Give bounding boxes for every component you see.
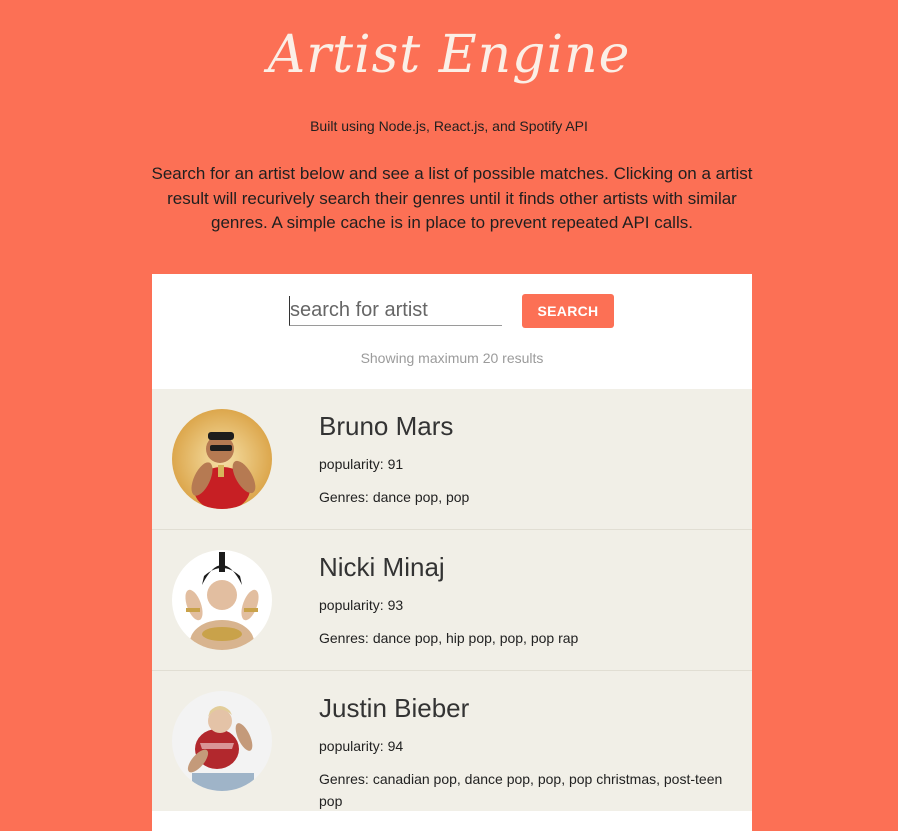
artist-name: Justin Bieber: [319, 693, 470, 723]
popularity-label: popularity:: [319, 597, 384, 613]
results-list: Bruno Mars popularity: 91 Genres: dance po…: [152, 389, 752, 811]
artist-genres: Genres: canadian pop, dance pop, pop, pop…: [319, 768, 729, 812]
artist-name: Bruno Mars: [319, 411, 454, 441]
popularity-value: 93: [387, 597, 404, 613]
artist-result[interactable]: Nicki Minaj popularity: 93 Genres: dance p…: [152, 530, 752, 671]
search-input[interactable]: [289, 296, 502, 326]
artist-popularity: popularity: 94: [319, 738, 403, 754]
results-note: Showing maximum 20 results: [360, 350, 544, 366]
popularity-value: 94: [387, 738, 404, 754]
genres-value: canadian pop, dance pop, pop, pop christ…: [319, 771, 723, 809]
genres-label: Genres:: [319, 489, 369, 505]
popularity-label: popularity:: [319, 456, 384, 472]
artist-result[interactable]: Justin Bieber popularity: 94 Genres: canad…: [152, 671, 752, 811]
artist-popularity: popularity: 91: [319, 456, 403, 472]
app-description: Search for an artist below and see a lis…: [151, 164, 753, 232]
artist-result[interactable]: Bruno Mars popularity: 91 Genres: dance po…: [152, 389, 752, 530]
popularity-value: 91: [387, 456, 404, 472]
artist-photo: [172, 691, 272, 791]
artist-photo: [172, 409, 272, 509]
genres-label: Genres:: [319, 771, 369, 787]
artist-genres: Genres: dance pop, pop: [319, 486, 729, 508]
search-button[interactable]: SEARCH: [522, 294, 614, 328]
app-title: Artist Engine: [267, 25, 631, 85]
app-subtitle: Built using Node.js, React.js, and Spoti…: [310, 118, 588, 134]
artist-photo: [172, 550, 272, 650]
artist-popularity: popularity: 93: [319, 597, 403, 613]
genres-value: dance pop, pop: [372, 489, 470, 505]
genres-value: dance pop, hip pop, pop, pop rap: [372, 630, 579, 646]
search-panel: SEARCH Showing maximum 20 results: [152, 274, 752, 831]
artist-genres: Genres: dance pop, hip pop, pop, pop rap: [319, 627, 729, 649]
genres-label: Genres:: [319, 630, 369, 646]
popularity-label: popularity:: [319, 738, 384, 754]
search-area: SEARCH Showing maximum 20 results: [152, 274, 752, 389]
artist-name: Nicki Minaj: [319, 552, 445, 582]
